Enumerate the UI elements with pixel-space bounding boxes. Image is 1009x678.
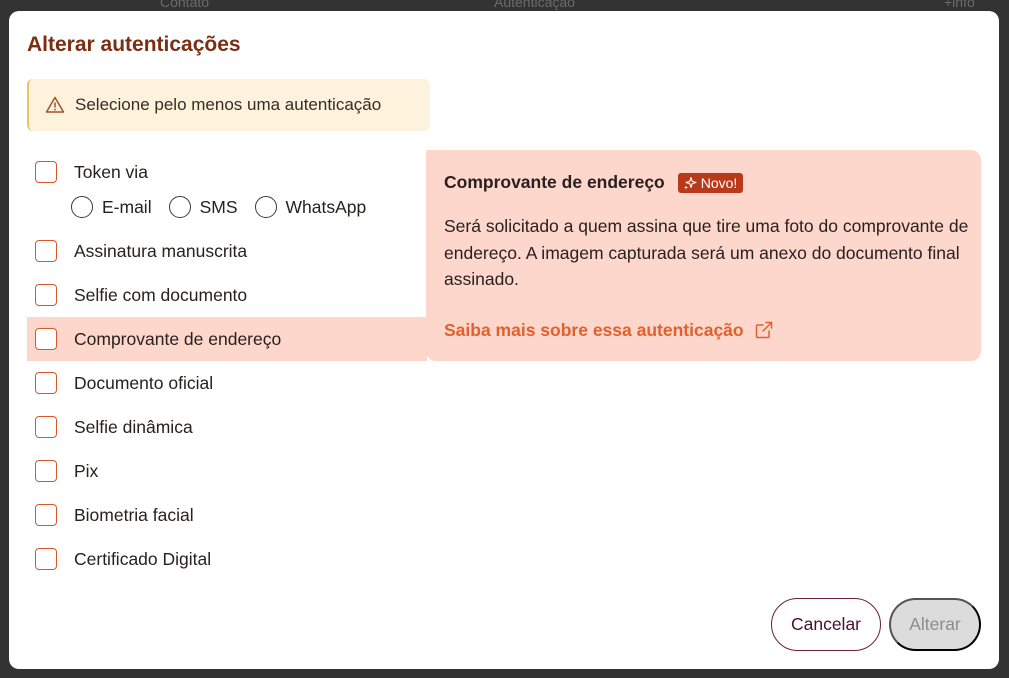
background-column-contato: Contato <box>160 0 210 10</box>
alterar-autenticacoes-modal: Alterar autenticações Selecione pelo men… <box>9 11 999 669</box>
option-label: Documento oficial <box>74 372 214 393</box>
warning-alert: Selecione pelo menos uma autenticação <box>27 79 430 131</box>
new-badge: Novo! <box>677 172 744 193</box>
info-panel-title: Comprovante de endereço <box>444 172 665 192</box>
radio-whatsapp[interactable]: WhatsApp <box>254 196 367 218</box>
radio-button[interactable] <box>168 196 191 218</box>
checkbox-biometria-facial[interactable] <box>35 504 57 526</box>
radio-label: E-mail <box>102 196 152 217</box>
checkbox-comprovante-de-endereco[interactable] <box>35 328 57 350</box>
radio-label: WhatsApp <box>285 196 367 217</box>
alterar-button[interactable]: Alterar <box>889 598 981 651</box>
radio-sms[interactable]: SMS <box>168 196 238 218</box>
option-comprovante-de-endereco[interactable]: Comprovante de endereço <box>27 317 427 361</box>
option-label: Token via <box>74 161 148 182</box>
checkbox-selfie-com-documento[interactable] <box>35 284 57 306</box>
sparkles-icon <box>683 176 697 190</box>
option-token-via[interactable]: Token via <box>27 150 427 194</box>
option-label: Certificado Digital <box>74 548 212 569</box>
warning-alert-text: Selecione pelo menos uma autenticação <box>75 95 382 114</box>
modal-title: Alterar autenticações <box>27 33 241 56</box>
info-panel-description: Será solicitado a quem assina que tire u… <box>444 216 969 289</box>
background-column-info: +info <box>944 0 975 10</box>
option-certificado-digital[interactable]: Certificado Digital <box>27 537 427 581</box>
radio-label: SMS <box>199 196 238 217</box>
option-label: Biometria facial <box>74 504 194 525</box>
checkbox-documento-oficial[interactable] <box>35 372 57 394</box>
checkbox-selfie-dinamica[interactable] <box>35 416 57 438</box>
authentication-info-panel: Comprovante de endereço Novo! Será solic… <box>426 150 981 361</box>
background-column-autenticacao: Autenticação <box>494 0 575 10</box>
checkbox-certificado-digital[interactable] <box>35 548 57 570</box>
new-badge-label: Novo! <box>700 174 738 191</box>
option-label: Assinatura manuscrita <box>74 240 248 261</box>
learn-more-link[interactable]: Saiba mais sobre essa autenticação <box>444 320 963 341</box>
option-selfie-com-documento[interactable]: Selfie com documento <box>27 273 427 317</box>
checkbox-token-via[interactable] <box>35 161 57 183</box>
option-label: Selfie dinâmica <box>74 416 193 437</box>
option-label: Selfie com documento <box>74 284 248 305</box>
option-label: Comprovante de endereço <box>74 328 282 349</box>
radio-button[interactable] <box>254 196 277 218</box>
checkbox-assinatura-manuscrita[interactable] <box>35 240 57 262</box>
option-assinatura-manuscrita[interactable]: Assinatura manuscrita <box>27 229 427 273</box>
option-biometria-facial[interactable]: Biometria facial <box>27 493 427 537</box>
option-documento-oficial[interactable]: Documento oficial <box>27 361 427 405</box>
option-label: Pix <box>74 460 99 481</box>
option-selfie-dinamica[interactable]: Selfie dinâmica <box>27 405 427 449</box>
warning-triangle-icon <box>45 95 65 115</box>
info-panel-header: Comprovante de endereço Novo! <box>444 172 963 193</box>
token-channel-radio-group: E-mail SMS WhatsApp <box>71 194 383 220</box>
learn-more-link-text[interactable]: Saiba mais sobre essa autenticação <box>444 320 744 341</box>
option-pix[interactable]: Pix <box>27 449 427 493</box>
radio-email[interactable]: E-mail <box>71 196 152 218</box>
cancel-button[interactable]: Cancelar <box>771 598 881 651</box>
external-link-icon[interactable] <box>754 320 774 340</box>
checkbox-pix[interactable] <box>35 460 57 482</box>
radio-button[interactable] <box>71 196 93 218</box>
